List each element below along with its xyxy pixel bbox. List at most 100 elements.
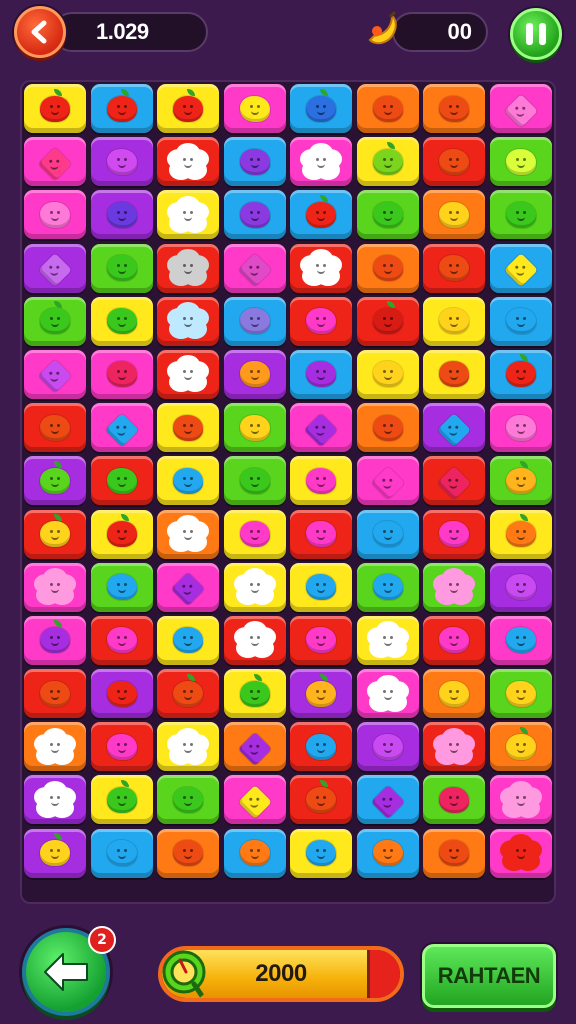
pause-button[interactable] — [510, 8, 562, 60]
game-tile[interactable] — [290, 562, 352, 612]
game-tile[interactable] — [157, 243, 219, 293]
game-tile[interactable] — [90, 669, 153, 719]
game-tile[interactable] — [356, 562, 419, 612]
game-tile[interactable] — [489, 615, 552, 665]
game-tile[interactable] — [24, 84, 86, 133]
game-tile[interactable] — [223, 403, 286, 453]
game-tile[interactable] — [157, 456, 219, 506]
action-button[interactable]: RAHTAEN — [422, 944, 556, 1008]
game-tile[interactable] — [489, 243, 552, 293]
game-tile[interactable] — [356, 349, 419, 399]
game-tile[interactable] — [356, 296, 419, 346]
game-tile[interactable] — [90, 190, 153, 240]
game-tile[interactable] — [24, 456, 86, 506]
game-tile[interactable] — [290, 403, 352, 453]
game-tile[interactable] — [90, 403, 153, 453]
game-tile[interactable] — [157, 403, 219, 453]
game-tile[interactable] — [157, 775, 219, 825]
game-tile[interactable] — [90, 615, 153, 665]
game-tile[interactable] — [223, 615, 286, 665]
game-tile[interactable] — [223, 562, 286, 612]
game-tile[interactable] — [157, 349, 219, 399]
game-tile[interactable] — [489, 775, 552, 825]
game-tile[interactable] — [223, 137, 286, 187]
game-tile[interactable] — [24, 562, 86, 612]
game-tile[interactable] — [24, 296, 86, 346]
game-tile[interactable] — [157, 722, 219, 772]
game-tile[interactable] — [24, 243, 86, 293]
game-tile[interactable] — [223, 84, 286, 133]
game-tile[interactable] — [290, 669, 352, 719]
game-tile[interactable] — [24, 403, 86, 453]
game-tile[interactable] — [90, 828, 153, 878]
game-tile[interactable] — [290, 509, 352, 559]
game-tile[interactable] — [423, 669, 485, 719]
game-tile[interactable] — [356, 775, 419, 825]
game-tile[interactable] — [157, 669, 219, 719]
game-tile[interactable] — [90, 84, 153, 133]
game-tile[interactable] — [356, 456, 419, 506]
game-tile[interactable] — [223, 349, 286, 399]
game-tile[interactable] — [223, 775, 286, 825]
game-tile[interactable] — [423, 403, 485, 453]
game-tile[interactable] — [157, 296, 219, 346]
game-tile[interactable] — [290, 828, 352, 878]
game-tile[interactable] — [356, 137, 419, 187]
game-tile[interactable] — [423, 456, 485, 506]
game-tile[interactable] — [223, 722, 286, 772]
game-tile[interactable] — [24, 722, 86, 772]
game-tile[interactable] — [489, 828, 552, 878]
game-tile[interactable] — [423, 615, 485, 665]
game-tile[interactable] — [423, 509, 485, 559]
game-tile[interactable] — [290, 243, 352, 293]
game-tile[interactable] — [356, 509, 419, 559]
game-tile[interactable] — [489, 190, 552, 240]
game-tile[interactable] — [356, 243, 419, 293]
game-tile[interactable] — [90, 722, 153, 772]
game-tile[interactable] — [223, 456, 286, 506]
game-tile[interactable] — [90, 562, 153, 612]
game-tile[interactable] — [290, 456, 352, 506]
game-tile[interactable] — [157, 562, 219, 612]
game-tile[interactable] — [223, 828, 286, 878]
game-tile[interactable] — [24, 615, 86, 665]
game-tile[interactable] — [290, 296, 352, 346]
game-tile[interactable] — [157, 190, 219, 240]
game-tile[interactable] — [223, 190, 286, 240]
game-tile[interactable] — [423, 243, 485, 293]
game-tile[interactable] — [223, 243, 286, 293]
game-tile[interactable] — [223, 669, 286, 719]
game-tile[interactable] — [24, 669, 86, 719]
game-tile[interactable] — [290, 84, 352, 133]
game-tile[interactable] — [157, 84, 219, 133]
game-tile[interactable] — [290, 615, 352, 665]
game-tile[interactable] — [290, 775, 352, 825]
game-tile[interactable] — [423, 722, 485, 772]
game-tile[interactable] — [24, 775, 86, 825]
game-tile[interactable] — [489, 84, 552, 133]
game-tile[interactable] — [356, 190, 419, 240]
game-tile[interactable] — [24, 828, 86, 878]
game-tile[interactable] — [423, 190, 485, 240]
game-tile[interactable] — [489, 137, 552, 187]
game-tile[interactable] — [423, 828, 485, 878]
game-tile[interactable] — [489, 456, 552, 506]
game-tile[interactable] — [423, 137, 485, 187]
game-tile[interactable] — [356, 615, 419, 665]
game-tile[interactable] — [290, 137, 352, 187]
back-button[interactable] — [14, 6, 66, 58]
game-tile[interactable] — [356, 84, 419, 133]
game-tile[interactable] — [90, 296, 153, 346]
game-tile[interactable] — [423, 775, 485, 825]
game-tile[interactable] — [489, 349, 552, 399]
game-tile[interactable] — [24, 137, 86, 187]
game-tile[interactable] — [24, 190, 86, 240]
game-tile[interactable] — [223, 509, 286, 559]
game-tile[interactable] — [489, 562, 552, 612]
game-tile[interactable] — [356, 669, 419, 719]
game-tile[interactable] — [90, 243, 153, 293]
game-tile[interactable] — [90, 509, 153, 559]
game-tile[interactable] — [90, 137, 153, 187]
game-tile[interactable] — [489, 296, 552, 346]
game-tile[interactable] — [423, 349, 485, 399]
